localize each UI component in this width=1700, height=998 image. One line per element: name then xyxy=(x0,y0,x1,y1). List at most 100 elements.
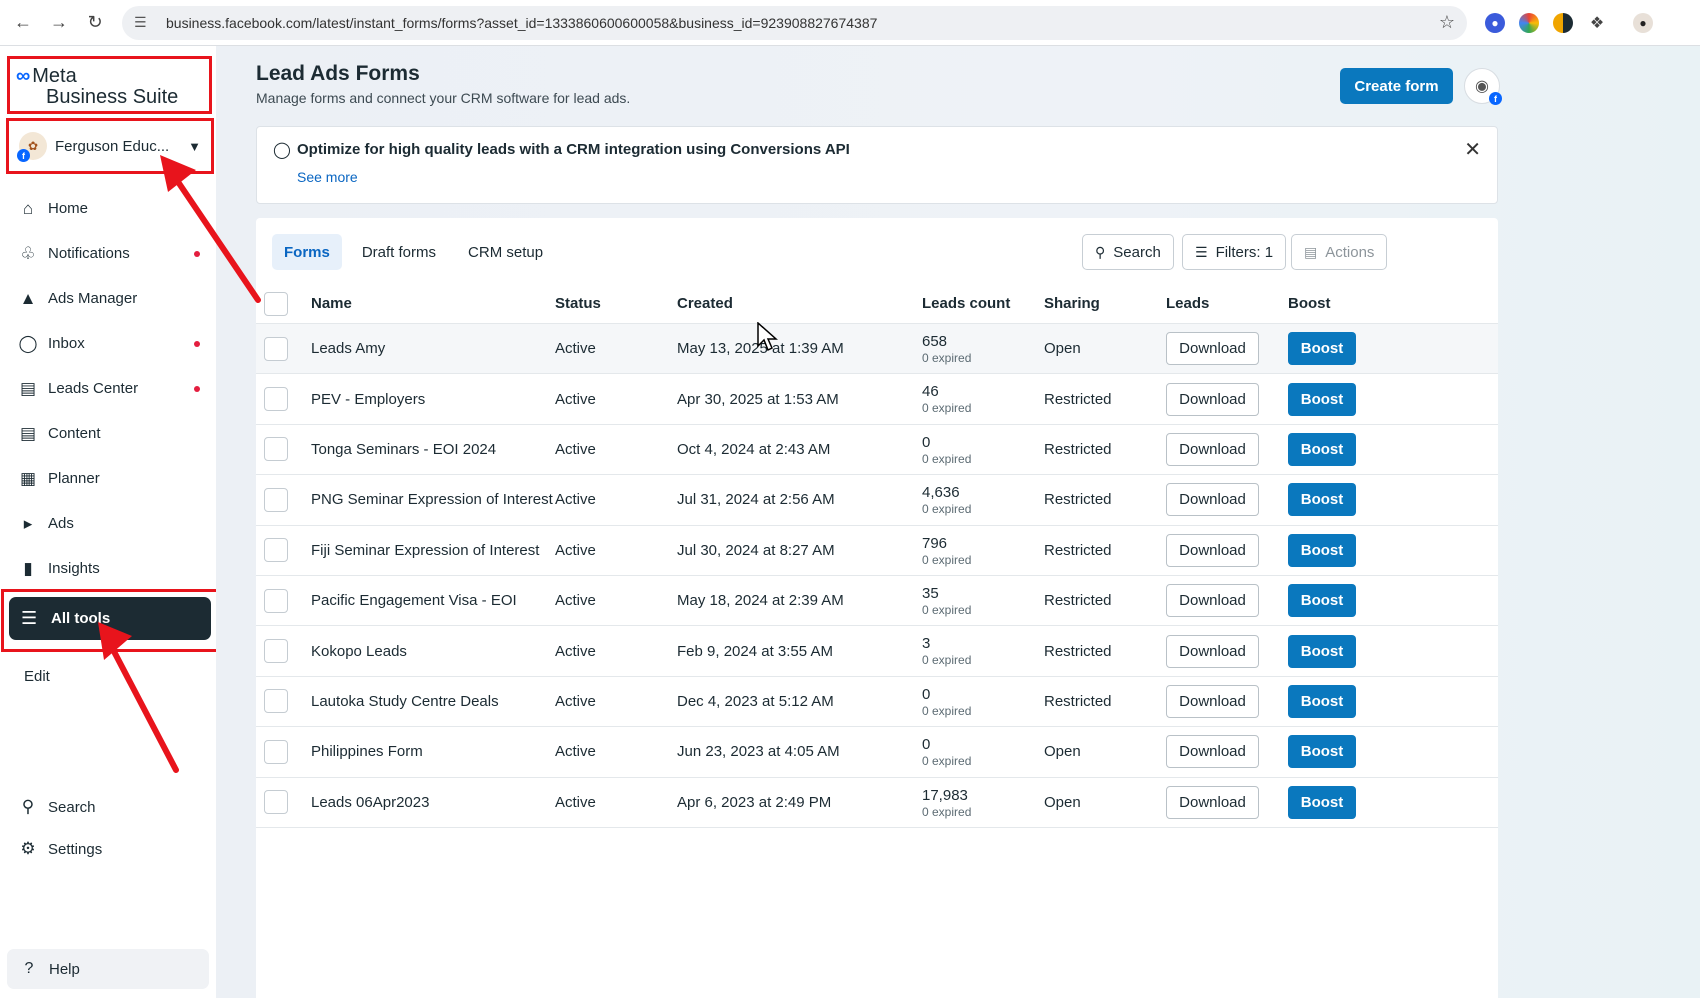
sidebar-item-inbox[interactable]: ◯ Inbox xyxy=(0,321,216,366)
form-name[interactable]: Philippines Form xyxy=(311,743,423,760)
browser-profile-avatar[interactable]: ● xyxy=(1633,12,1653,33)
table-row[interactable]: Kokopo Leads Active Feb 9, 2024 at 3:55 … xyxy=(256,626,1498,677)
address-bar[interactable]: ☰ business.facebook.com/latest/instant_f… xyxy=(122,5,1467,40)
table-row[interactable]: Leads 06Apr2023 Active Apr 6, 2023 at 2:… xyxy=(256,778,1498,828)
download-button[interactable]: Download xyxy=(1166,533,1259,567)
back-icon[interactable]: ← xyxy=(10,10,36,36)
row-checkbox[interactable] xyxy=(264,689,288,714)
download-button[interactable]: Download xyxy=(1166,382,1259,416)
row-checkbox[interactable] xyxy=(264,639,288,664)
tab-draft-forms[interactable]: Draft forms xyxy=(350,234,448,270)
row-checkbox[interactable] xyxy=(264,437,288,462)
form-name[interactable]: Kokopo Leads xyxy=(311,643,407,660)
sidebar-item-leads-center[interactable]: ▤ Leads Center xyxy=(0,366,216,411)
boost-button[interactable]: Boost xyxy=(1288,332,1356,366)
download-button[interactable]: Download xyxy=(1166,332,1259,366)
create-form-button[interactable]: Create form xyxy=(1340,68,1453,104)
download-button[interactable]: Download xyxy=(1166,432,1259,466)
row-checkbox[interactable] xyxy=(264,538,288,563)
search-button[interactable]: ⚲ Search xyxy=(1082,234,1174,270)
table-row[interactable]: Lautoka Study Centre Deals Active Dec 4,… xyxy=(256,677,1498,728)
sidebar-item-label: All tools xyxy=(51,610,111,627)
form-name[interactable]: Lautoka Study Centre Deals xyxy=(311,693,499,710)
edit-link[interactable]: Edit xyxy=(24,668,50,685)
close-icon[interactable]: ✕ xyxy=(1464,137,1481,162)
download-button[interactable]: Download xyxy=(1166,735,1259,769)
form-name[interactable]: Fiji Seminar Expression of Interest xyxy=(311,542,539,559)
form-status: Active xyxy=(555,743,596,761)
table-row[interactable]: PNG Seminar Expression of Interest Activ… xyxy=(256,475,1498,526)
password-manager-extension-icon[interactable]: ● xyxy=(1485,12,1505,33)
row-checkbox[interactable] xyxy=(264,487,288,512)
sidebar-item-content[interactable]: ▤ Content xyxy=(0,411,216,456)
download-button[interactable]: Download xyxy=(1166,584,1259,618)
filters-button[interactable]: ☰ Filters: 1 xyxy=(1182,234,1287,270)
table-row[interactable]: Leads Amy Active May 13, 2025 at 1:39 AM… xyxy=(256,324,1498,375)
contrast-extension-icon[interactable] xyxy=(1553,12,1573,33)
tab-forms[interactable]: Forms xyxy=(272,234,342,270)
download-button[interactable]: Download xyxy=(1166,684,1259,718)
page-profile-icon[interactable]: ◉ f xyxy=(1464,68,1502,105)
boost-button[interactable]: Boost xyxy=(1288,483,1356,517)
form-name[interactable]: Leads Amy xyxy=(311,340,385,357)
table-row[interactable]: Tonga Seminars - EOI 2024 Active Oct 4, … xyxy=(256,425,1498,476)
column-header-name[interactable]: Name xyxy=(311,295,352,312)
boost-button[interactable]: Boost xyxy=(1288,634,1356,668)
tab-crm-setup[interactable]: CRM setup xyxy=(456,234,555,270)
sidebar-item-planner[interactable]: ▦ Planner xyxy=(0,456,216,501)
sidebar-item-label: Leads Center xyxy=(48,380,139,397)
sidebar-item-search[interactable]: ⚲ Search xyxy=(0,786,216,828)
row-checkbox[interactable] xyxy=(264,739,288,764)
row-checkbox[interactable] xyxy=(264,336,288,361)
sidebar-item-all-tools[interactable]: ☰ All tools xyxy=(9,597,211,640)
table-row[interactable]: Fiji Seminar Expression of Interest Acti… xyxy=(256,526,1498,576)
sidebar-item-notifications[interactable]: ♧ Notifications xyxy=(0,231,216,276)
sidebar-item-settings[interactable]: ⚙ Settings xyxy=(0,828,216,870)
bookmark-star-icon[interactable]: ☆ xyxy=(1439,12,1455,33)
row-checkbox[interactable] xyxy=(264,387,288,412)
table-row[interactable]: Pacific Engagement Visa - EOI Active May… xyxy=(256,576,1498,627)
column-header-sharing[interactable]: Sharing xyxy=(1044,295,1100,312)
sidebar-item-ads[interactable]: ▸ Ads xyxy=(0,501,216,546)
table-row[interactable]: PEV - Employers Active Apr 30, 2025 at 1… xyxy=(256,374,1498,425)
sidebar-item-help[interactable]: ? Help xyxy=(7,949,209,989)
extensions-puzzle-icon[interactable]: ❖ xyxy=(1587,12,1607,33)
select-all-checkbox[interactable] xyxy=(264,291,288,316)
column-header-leads-count[interactable]: Leads count xyxy=(922,295,1010,312)
boost-button[interactable]: Boost xyxy=(1288,735,1356,769)
column-header-status[interactable]: Status xyxy=(555,295,601,312)
boost-button[interactable]: Boost xyxy=(1288,584,1356,618)
boost-button[interactable]: Boost xyxy=(1288,684,1356,718)
column-header-created[interactable]: Created xyxy=(677,295,733,312)
form-name[interactable]: Leads 06Apr2023 xyxy=(311,794,429,811)
download-button[interactable]: Download xyxy=(1166,634,1259,668)
site-settings-icon[interactable]: ☰ xyxy=(134,14,156,31)
sidebar-item-home[interactable]: ⌂ Home xyxy=(0,186,216,231)
row-checkbox[interactable] xyxy=(264,588,288,613)
boost-button[interactable]: Boost xyxy=(1288,382,1356,416)
download-button[interactable]: Download xyxy=(1166,785,1259,819)
form-name[interactable]: PEV - Employers xyxy=(311,391,425,408)
forward-icon[interactable]: → xyxy=(46,10,72,36)
boost-button[interactable]: Boost xyxy=(1288,785,1356,819)
actions-button[interactable]: ▤ Actions xyxy=(1291,234,1388,270)
reload-icon[interactable]: ↻ xyxy=(82,10,108,36)
download-button[interactable]: Download xyxy=(1166,483,1259,517)
form-name[interactable]: Tonga Seminars - EOI 2024 xyxy=(311,441,496,458)
sidebar-item-ads-manager[interactable]: ▲ Ads Manager xyxy=(0,276,216,321)
boost-button[interactable]: Boost xyxy=(1288,432,1356,466)
account-switcher[interactable]: ✿ f Ferguson Educ... ▼ xyxy=(6,118,214,174)
form-created: Dec 4, 2023 at 5:12 AM xyxy=(677,692,834,710)
color-extension-icon[interactable] xyxy=(1519,12,1539,33)
row-checkbox[interactable] xyxy=(264,790,288,815)
meta-business-suite-logo[interactable]: ∞ Meta Business Suite xyxy=(7,56,212,114)
see-more-link[interactable]: See more xyxy=(297,169,358,185)
form-name[interactable]: Pacific Engagement Visa - EOI xyxy=(311,592,517,609)
form-name[interactable]: PNG Seminar Expression of Interest xyxy=(311,491,553,508)
sidebar-item-insights[interactable]: ▮ Insights xyxy=(0,546,216,591)
sidebar: ∞ Meta Business Suite ✿ f Ferguson Educ.… xyxy=(0,46,221,998)
caret-down-icon[interactable]: ▼ xyxy=(188,139,201,154)
boost-button[interactable]: Boost xyxy=(1288,533,1356,567)
leads-expired: 0 expired xyxy=(922,451,972,466)
table-row[interactable]: Philippines Form Active Jun 23, 2023 at … xyxy=(256,727,1498,778)
